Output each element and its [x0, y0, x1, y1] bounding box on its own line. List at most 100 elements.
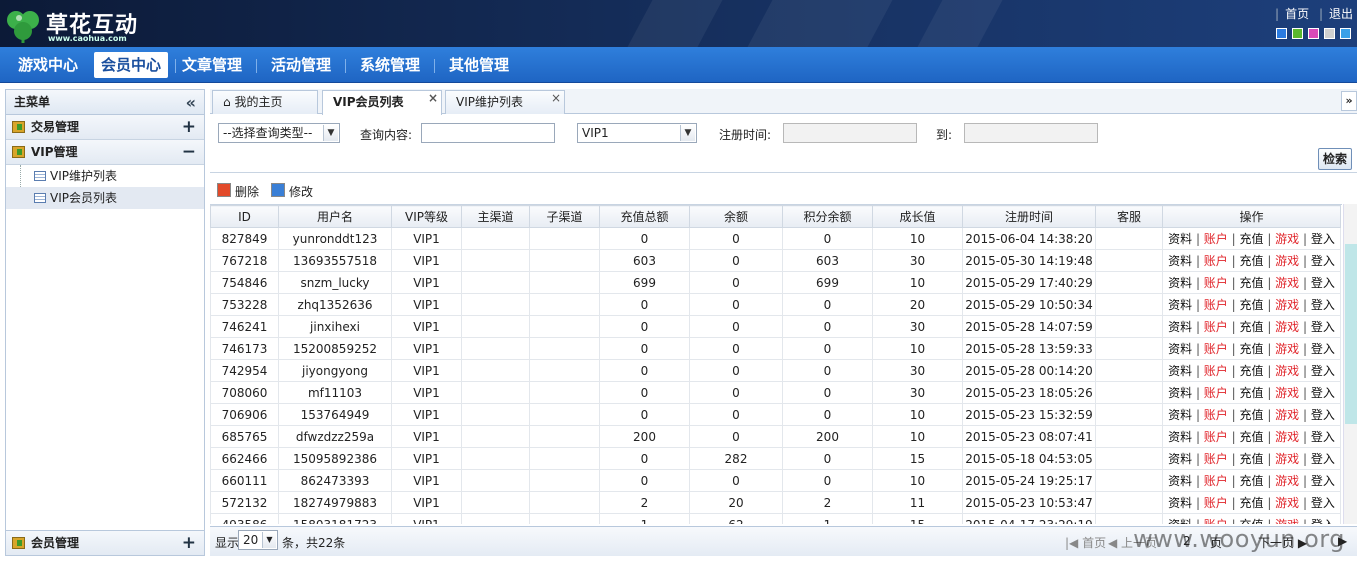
row-action-link[interactable]: 登入	[1311, 474, 1335, 488]
row-action-link[interactable]: 账户	[1204, 364, 1228, 378]
row-action-link[interactable]: 充值	[1239, 298, 1263, 312]
search-button[interactable]: 检索	[1317, 148, 1352, 170]
row-action-link[interactable]: 游戏	[1275, 408, 1299, 422]
tab-vip-members[interactable]: VIP会员列表 ×	[322, 90, 442, 115]
skin-gray-swatch[interactable]	[1324, 28, 1335, 39]
vip-level-select[interactable]: VIP1 ▼	[577, 123, 697, 143]
sidebar-group-vip[interactable]: VIP管理 −	[6, 140, 204, 165]
home-link[interactable]: 首页	[1285, 7, 1309, 21]
row-action-link[interactable]: 资料	[1168, 474, 1192, 488]
nav-game-center[interactable]: 游戏中心	[12, 52, 84, 78]
row-action-link[interactable]: 资料	[1168, 452, 1192, 466]
row-action-link[interactable]: 充值	[1239, 496, 1263, 510]
sidebar-item-vip-members[interactable]: VIP会员列表	[6, 187, 204, 209]
table-row[interactable]: 660111 862473393 VIP1 0 0 0 10 2015-05-24 19:25…	[210, 469, 1341, 492]
expand-icon[interactable]: +	[182, 531, 196, 556]
nav-other-manage[interactable]: 其他管理	[443, 52, 515, 78]
table-row[interactable]: 572132 18274979883 VIP1 2 20 2 11 2015-05-23 10…	[210, 491, 1341, 514]
table-row[interactable]: 685765 dfwzdzz259a VIP1 200 0 200 10 2015-05-23…	[210, 425, 1341, 448]
row-action-link[interactable]: 游戏	[1275, 386, 1299, 400]
row-action-link[interactable]: 登入	[1311, 408, 1335, 422]
row-action-link[interactable]: 游戏	[1275, 452, 1299, 466]
row-action-link[interactable]: 充值	[1239, 342, 1263, 356]
table-row[interactable]: 742954 jiyongyong VIP1 0 0 0 30 2015-05-28 00:1…	[210, 359, 1341, 382]
row-action-link[interactable]: 账户	[1204, 386, 1228, 400]
close-tab-icon[interactable]: ×	[551, 87, 561, 109]
table-row[interactable]: 708060 mf11103 VIP1 0 0 0 30 2015-05-23 18:05:2…	[210, 381, 1341, 404]
tab-vip-maintain[interactable]: VIP维护列表 ×	[445, 90, 565, 114]
row-action-link[interactable]: 账户	[1204, 298, 1228, 312]
row-action-link[interactable]: 账户	[1204, 518, 1228, 524]
edit-button[interactable]: 修改	[271, 183, 313, 200]
reg-time-end-input[interactable]	[964, 123, 1098, 143]
row-action-link[interactable]: 游戏	[1275, 232, 1299, 246]
table-row[interactable]: 49358615803181723VIP11621152015-04-17 23…	[210, 513, 1341, 524]
skin-pink-swatch[interactable]	[1308, 28, 1319, 39]
row-action-link[interactable]: 资料	[1168, 364, 1192, 378]
row-action-link[interactable]: 登入	[1311, 320, 1335, 334]
row-action-link[interactable]: 充值	[1239, 232, 1263, 246]
row-action-link[interactable]: 充值	[1239, 518, 1263, 524]
skin-green-swatch[interactable]	[1292, 28, 1303, 39]
row-action-link[interactable]: 资料	[1168, 298, 1192, 312]
first-page-button[interactable]: |◀ 首页	[1065, 534, 1106, 551]
row-action-link[interactable]: 资料	[1168, 276, 1192, 290]
row-action-link[interactable]: 游戏	[1275, 474, 1299, 488]
row-action-link[interactable]: 游戏	[1275, 518, 1299, 524]
logout-link[interactable]: 退出	[1329, 7, 1353, 21]
tab-list-dropdown-icon[interactable]: »	[1341, 91, 1357, 111]
page-size-select[interactable]: 20 ▼	[238, 530, 278, 550]
row-action-link[interactable]: 充值	[1239, 364, 1263, 378]
nav-article-manage[interactable]: 文章管理	[176, 52, 248, 78]
row-action-link[interactable]: 登入	[1311, 364, 1335, 378]
row-action-link[interactable]: 资料	[1168, 254, 1192, 268]
row-action-link[interactable]: 充值	[1239, 276, 1263, 290]
row-action-link[interactable]: 账户	[1204, 474, 1228, 488]
sidebar-group-trade[interactable]: 交易管理 +	[6, 115, 204, 140]
row-action-link[interactable]: 账户	[1204, 320, 1228, 334]
row-action-link[interactable]: 充值	[1239, 430, 1263, 444]
tab-home[interactable]: ⌂ 我的主页	[212, 90, 318, 114]
row-action-link[interactable]: 账户	[1204, 452, 1228, 466]
row-action-link[interactable]: 登入	[1311, 232, 1335, 246]
row-action-link[interactable]: 登入	[1311, 386, 1335, 400]
nav-activity-manage[interactable]: 活动管理	[265, 52, 337, 78]
row-action-link[interactable]: 游戏	[1275, 364, 1299, 378]
row-action-link[interactable]: 账户	[1204, 430, 1228, 444]
row-action-link[interactable]: 资料	[1168, 496, 1192, 510]
row-action-link[interactable]: 登入	[1311, 254, 1335, 268]
row-action-link[interactable]: 资料	[1168, 342, 1192, 356]
row-action-link[interactable]: 账户	[1204, 232, 1228, 246]
nav-system-manage[interactable]: 系统管理	[354, 52, 426, 78]
row-action-link[interactable]: 账户	[1204, 496, 1228, 510]
reg-time-start-input[interactable]	[783, 123, 917, 143]
table-row[interactable]: 662466 15095892386 VIP1 0 282 0 15 2015-05-18 0…	[210, 447, 1341, 470]
skin-blue-swatch[interactable]	[1276, 28, 1287, 39]
row-action-link[interactable]: 账户	[1204, 408, 1228, 422]
row-action-link[interactable]: 充值	[1239, 320, 1263, 334]
row-action-link[interactable]: 账户	[1204, 342, 1228, 356]
table-row[interactable]: 746173 15200859252 VIP1 0 0 0 10 2015-05-28 13:…	[210, 337, 1341, 360]
row-action-link[interactable]: 充值	[1239, 408, 1263, 422]
nav-member-center[interactable]: 会员中心	[94, 52, 168, 78]
row-action-link[interactable]: 游戏	[1275, 276, 1299, 290]
row-action-link[interactable]: 账户	[1204, 276, 1228, 290]
row-action-link[interactable]: 充值	[1239, 386, 1263, 400]
row-action-link[interactable]: 登入	[1311, 430, 1335, 444]
table-row[interactable]: 754846 snzm_lucky VIP1 699 0 699 10 2015-05-29 …	[210, 271, 1341, 294]
row-action-link[interactable]: 登入	[1311, 298, 1335, 312]
row-action-link[interactable]: 游戏	[1275, 298, 1299, 312]
row-action-link[interactable]: 登入	[1311, 496, 1335, 510]
row-action-link[interactable]: 充值	[1239, 254, 1263, 268]
query-content-input[interactable]	[421, 123, 555, 143]
row-action-link[interactable]: 资料	[1168, 232, 1192, 246]
table-row[interactable]: 706906 153764949 VIP1 0 0 0 10 2015-05-23 15:32…	[210, 403, 1341, 426]
scrollbar-thumb[interactable]	[1345, 244, 1357, 424]
row-action-link[interactable]: 资料	[1168, 320, 1192, 334]
row-action-link[interactable]: 游戏	[1275, 342, 1299, 356]
row-action-link[interactable]: 游戏	[1275, 320, 1299, 334]
sidebar-group-member[interactable]: 会员管理 +	[6, 530, 204, 555]
row-action-link[interactable]: 登入	[1311, 518, 1335, 524]
row-action-link[interactable]: 资料	[1168, 518, 1192, 524]
table-row[interactable]: 746241 jinxihexi VIP1 0 0 0 30 2015-05-28 14:07…	[210, 315, 1341, 338]
